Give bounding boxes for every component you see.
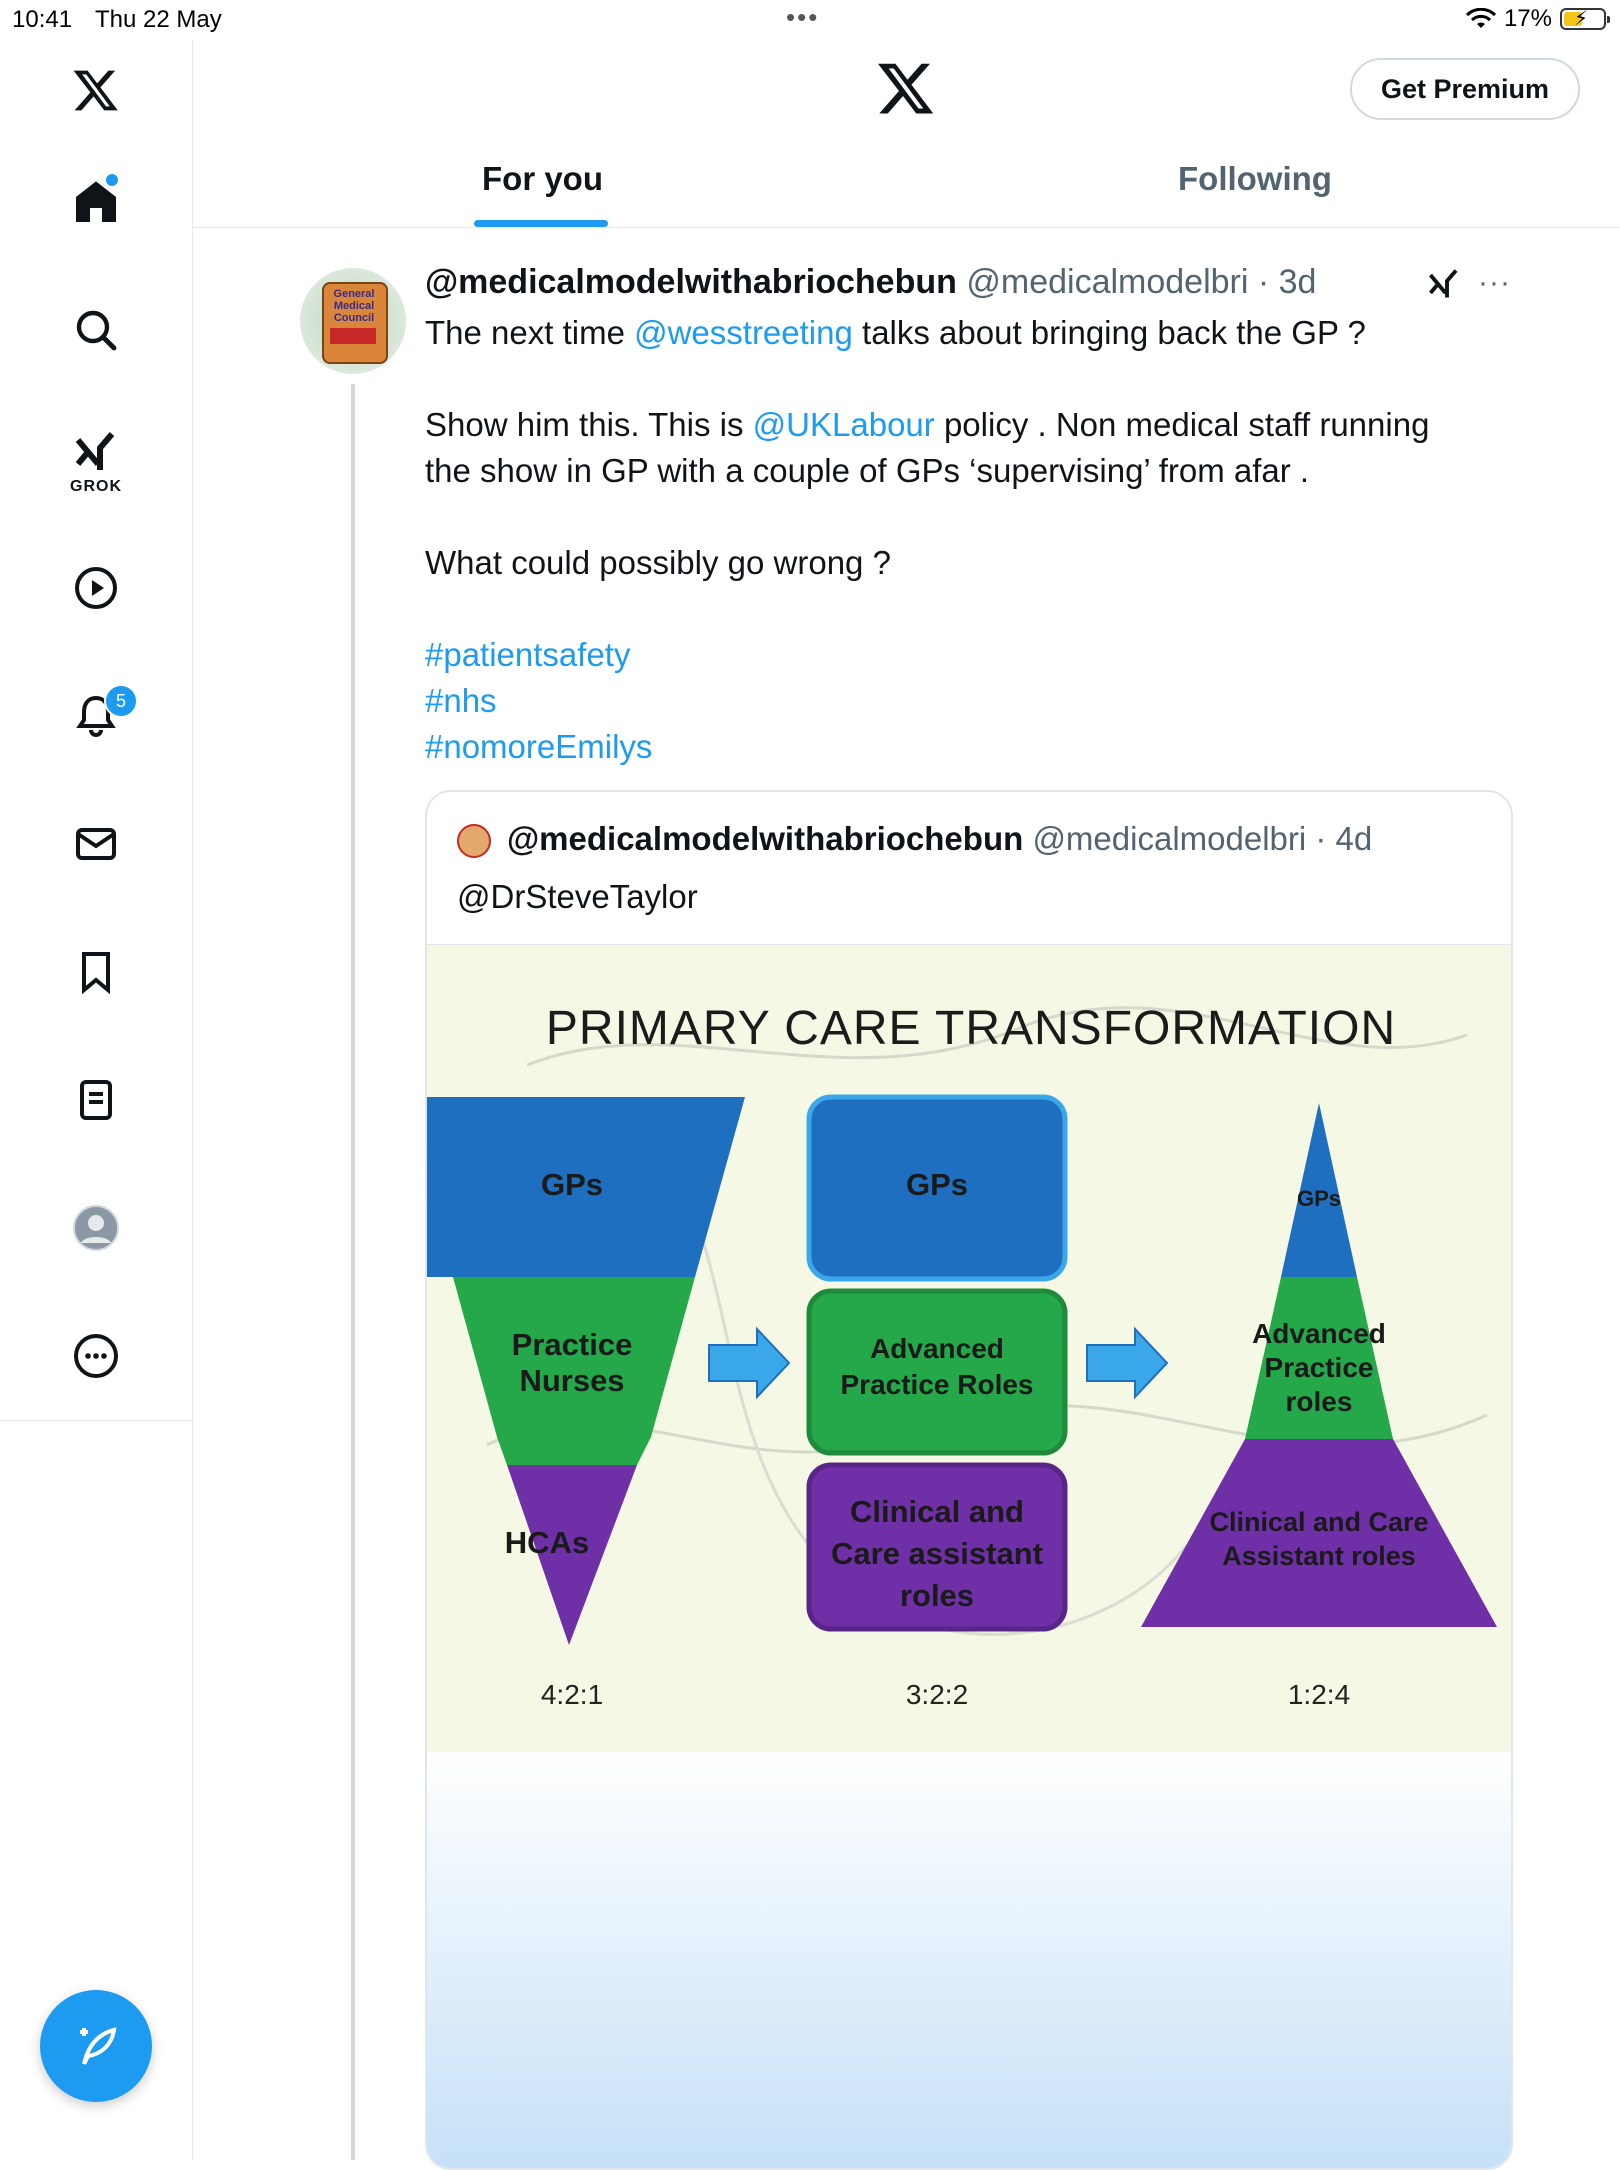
nav-lists[interactable] — [64, 1068, 128, 1132]
tweet-line-4: What could possibly go wrong ? — [425, 544, 891, 581]
video-icon — [75, 567, 117, 609]
quote-image[interactable]: PRIMARY CARE TRANSFORMATION GPs Practice… — [427, 944, 1511, 1753]
author-name[interactable]: @medicalmodelwithabriochebun — [425, 263, 957, 301]
nav-more[interactable] — [64, 1324, 128, 1388]
quoted-tweet[interactable]: @medicalmodelwithabriochebun @medicalmod… — [425, 790, 1513, 2170]
notifications-badge: 5 — [104, 684, 138, 718]
quote-text: @DrSteveTaylor — [457, 878, 698, 915]
tweet-line-2: Show him this. This is @UKLabour policy … — [425, 406, 1430, 443]
compose-icon — [80, 2027, 117, 2065]
quote-header: @medicalmodelwithabriochebun @medicalmod… — [507, 820, 1372, 858]
right-top-label: GPs — [1296, 1186, 1342, 1211]
tab-following[interactable]: Following — [1178, 160, 1332, 198]
avatar[interactable]: General Medical Council — [300, 268, 406, 374]
more-icon — [74, 1334, 118, 1378]
center-middle-label: Advanced Practice Roles — [840, 1333, 1034, 1400]
hashtag-link[interactable]: #patientsafety — [425, 632, 1525, 678]
tweet-line-3: the show in GP with a couple of GPs ‘sup… — [425, 452, 1310, 489]
right-middle-label: Advanced Practice roles — [1252, 1318, 1386, 1417]
tweet-text: The next time @wesstreeting talks about … — [425, 310, 1525, 770]
profile-icon — [73, 1205, 119, 1251]
quote-author-handle: @medicalmodelbri — [1032, 820, 1307, 857]
nav-video[interactable] — [64, 556, 128, 620]
mention-link[interactable]: @UKLabour — [753, 406, 935, 443]
compose-button[interactable] — [40, 1990, 152, 2102]
quote-author-name: @medicalmodelwithabriochebun — [507, 820, 1024, 857]
center-bottom-label: Clinical and Care assistant roles — [831, 1494, 1043, 1613]
multitask-dots[interactable]: ••• — [786, 2, 819, 33]
sidebar-divider — [192, 1420, 193, 2160]
active-tab-indicator — [474, 220, 608, 227]
separator: · — [1248, 263, 1279, 301]
tweet-header: @medicalmodelwithabriochebun @medicalmod… — [425, 263, 1316, 302]
nav-messages[interactable] — [64, 812, 128, 876]
wifi-icon — [1465, 8, 1496, 28]
messages-icon — [76, 828, 116, 860]
arrow-right — [708, 1326, 791, 1400]
left-top-label: GPs — [540, 1167, 604, 1202]
tweet-line-1: The next time @wesstreeting talks about … — [425, 314, 1366, 351]
battery-icon: ⚡ — [1560, 8, 1610, 30]
nav-profile[interactable] — [64, 1196, 128, 1260]
nav-explore[interactable] — [64, 298, 128, 362]
quote-avatar[interactable] — [457, 824, 491, 858]
left-ratio: 4:2:1 — [540, 1679, 604, 1710]
get-premium-button[interactable]: Get Premium — [1350, 58, 1580, 120]
center-ratio: 3:2:2 — [905, 1679, 969, 1710]
battery-percent: 17% — [1503, 5, 1552, 32]
tab-for-you[interactable]: For you — [482, 160, 603, 198]
grok-label: GROK — [70, 478, 122, 495]
left-bottom-label: HCAs — [504, 1525, 590, 1560]
status-right: 17% ⚡ — [1465, 5, 1610, 33]
arrow-right — [1086, 1326, 1169, 1400]
home-unread-dot — [106, 174, 118, 186]
tweet-time[interactable]: 3d — [1279, 263, 1317, 301]
status-date: Thu 22 May — [95, 6, 222, 33]
author-handle[interactable]: @medicalmodelbri — [966, 263, 1248, 301]
avatar-text: General Medical Council — [333, 288, 375, 324]
right-ratio: 1:2:4 — [1287, 1679, 1351, 1710]
nav-home[interactable] — [64, 170, 128, 234]
status-time: 10:41 — [12, 6, 73, 33]
header-divider — [193, 227, 1620, 228]
x-logo-icon[interactable] — [64, 58, 128, 122]
grok-icon — [75, 432, 115, 470]
diagram-title: PRIMARY CARE TRANSFORMATION — [545, 1002, 1397, 1055]
lists-icon — [80, 1080, 112, 1120]
right-bottom-label: Clinical and Care Assistant roles — [1209, 1507, 1429, 1571]
hashtag-link[interactable]: #nomoreEmilys — [425, 724, 1525, 770]
bookmarks-icon — [82, 952, 110, 995]
left-middle-label: Practice Nurses — [511, 1327, 633, 1398]
status-bar: 10:41 Thu 22 May ••• 17% ⚡ — [0, 0, 1620, 40]
nav-bookmarks[interactable] — [64, 940, 128, 1004]
search-icon — [76, 310, 117, 351]
grok-icon[interactable] — [1424, 266, 1464, 302]
separator: · — [1306, 820, 1336, 857]
nav-grok[interactable] — [64, 420, 128, 484]
thread-line — [351, 384, 355, 2160]
more-options-icon[interactable]: ··· — [1478, 266, 1511, 300]
hashtag-link[interactable]: #nhs — [425, 678, 1525, 724]
quote-lower-area — [427, 1752, 1511, 2168]
x-header-logo-icon[interactable] — [876, 58, 936, 118]
mention-link[interactable]: @wesstreeting — [634, 314, 853, 351]
center-top-label: GPs — [905, 1167, 969, 1202]
quote-time: 4d — [1335, 820, 1373, 857]
